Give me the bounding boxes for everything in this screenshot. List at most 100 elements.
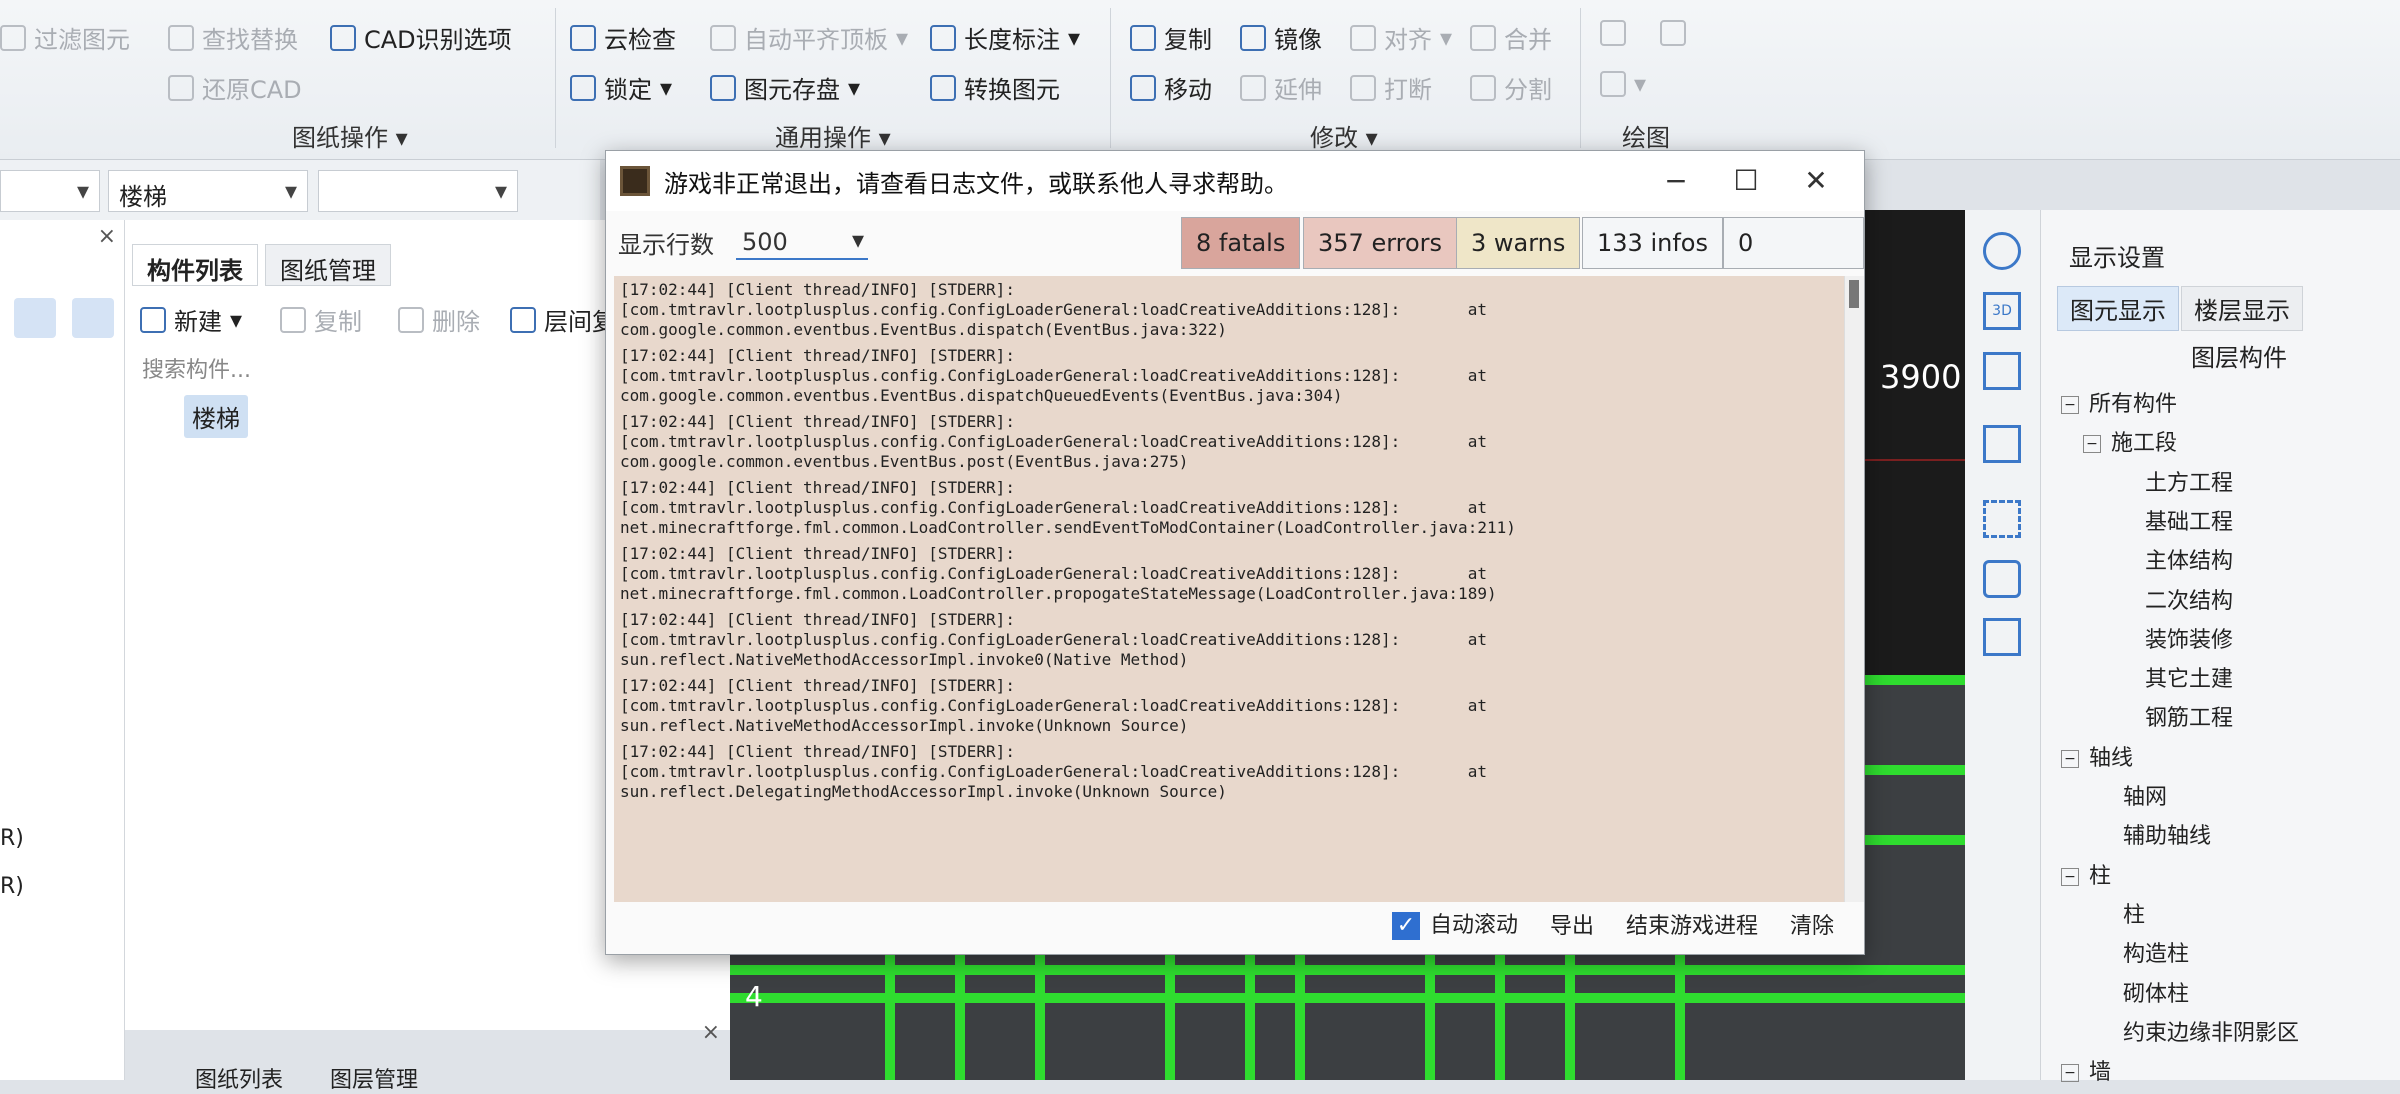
component-combo[interactable]: 楼梯 [108, 170, 308, 212]
tab-layer-management[interactable]: 图层管理 [330, 1062, 418, 1094]
list-item[interactable]: 楼梯 [184, 395, 248, 438]
ribbon-divider [555, 8, 556, 148]
convert-elem-button[interactable]: 转换图元 [930, 70, 1060, 105]
minecraft-block-icon [620, 166, 650, 196]
subtype-combo[interactable] [318, 170, 518, 212]
view-box-icon[interactable] [1983, 425, 2021, 463]
ribbon-divider [1110, 8, 1111, 148]
collapse-icon[interactable]: − [2061, 1064, 2079, 1083]
export-button[interactable]: 导出 [1550, 908, 1594, 940]
layer-settings-icon[interactable] [1983, 618, 2021, 656]
tree-item[interactable]: − 所有构件 [2061, 386, 2177, 418]
tree-item[interactable]: 钢筋工程 [2145, 700, 2233, 732]
delete-component-button[interactable]: 删除 [398, 302, 480, 337]
group-label-draw: 绘图 [1622, 124, 1670, 152]
dialog-title: 游戏非正常退出，请查看日志文件，或联系他人寻求帮助。 [664, 169, 1288, 198]
log-scrollbar[interactable] [1844, 276, 1864, 902]
draw-line-button[interactable] [1600, 20, 1626, 46]
tree-item[interactable]: 柱 [2123, 897, 2145, 929]
tree-item[interactable]: − 施工段 [2083, 425, 2177, 457]
tree-item[interactable]: 约束边缘非阴影区 [2123, 1015, 2299, 1047]
tree-item[interactable]: 土方工程 [2145, 465, 2233, 497]
filter-elements-button[interactable]: 过滤图元 [0, 20, 130, 55]
maximize-button[interactable]: ☐ [1726, 163, 1766, 199]
infos-filter[interactable]: 133 infos [1582, 217, 1723, 269]
tab-component-list[interactable]: 构件列表 [132, 244, 258, 286]
group-label-general-ops[interactable]: 通用操作 ▾ [775, 118, 891, 153]
errors-filter[interactable]: 357 errors [1303, 217, 1458, 269]
type-combo[interactable] [0, 170, 100, 212]
copy-component-button[interactable]: 复制 [280, 302, 362, 337]
tree-item[interactable]: 基础工程 [2145, 504, 2233, 536]
crash-log-dialog: 游戏非正常退出，请查看日志文件，或联系他人寻求帮助。 − ☐ ✕ 显示行数 50… [605, 150, 1865, 955]
fatals-filter[interactable]: 8 fatals [1181, 217, 1301, 269]
orbit-icon[interactable] [1983, 232, 2021, 270]
merge-button[interactable]: 合并 [1470, 20, 1552, 55]
draw-rect-button[interactable] [1660, 20, 1686, 46]
save-elem-button[interactable]: 图元存盘 ▾ [710, 70, 860, 105]
break-button[interactable]: 打断 [1350, 70, 1432, 105]
auto-align-button[interactable]: 自动平齐顶板 ▾ [710, 20, 908, 55]
tree-item[interactable]: − 轴线 [2061, 740, 2133, 772]
restore-cad-button[interactable]: 还原CAD [168, 70, 302, 105]
cad-options-button[interactable]: CAD识别选项 [330, 20, 512, 55]
extend-button[interactable]: 延伸 [1240, 70, 1322, 105]
tree-item[interactable]: 主体结构 [2145, 543, 2233, 575]
tree-item[interactable]: 二次结构 [2145, 583, 2233, 615]
collapse-icon[interactable]: − [2061, 396, 2079, 414]
collapse-icon[interactable]: − [2061, 867, 2079, 886]
minimize-button[interactable]: − [1656, 163, 1696, 199]
search-input[interactable]: 搜索构件... [142, 352, 251, 384]
debugs-filter[interactable]: 0 debugs [1723, 217, 1864, 307]
align-button[interactable]: 对齐 ▾ [1350, 20, 1452, 55]
log-line: [17:02:44] [Client thread/INFO] [STDERR]… [620, 676, 1015, 695]
kill-process-button[interactable]: 结束游戏进程 [1626, 908, 1758, 940]
lock-button[interactable]: 锁定 ▾ [570, 70, 672, 105]
close-button[interactable]: ✕ [1796, 163, 1836, 199]
close-icon[interactable]: × [702, 1020, 720, 1045]
detail-view-icon[interactable] [72, 298, 114, 338]
log-output[interactable]: [17:02:44] [Client thread/INFO] [STDERR]… [614, 276, 1846, 902]
group-label-drawing-ops[interactable]: 图纸操作 ▾ [292, 118, 408, 153]
collapse-icon[interactable]: − [2061, 749, 2079, 768]
tree-item[interactable]: 辅助轴线 [2123, 818, 2211, 850]
find-replace-button[interactable]: 查找替换 [168, 20, 298, 55]
tab-drawing-list[interactable]: 图纸列表 [195, 1062, 283, 1094]
list-view-icon[interactable] [14, 298, 56, 338]
auto-scroll-checkbox[interactable]: ✓ 自动滚动 [1391, 907, 1518, 940]
group-label-modify[interactable]: 修改 ▾ [1310, 118, 1378, 153]
tree-item[interactable]: 装饰装修 [2145, 622, 2233, 654]
fit-view-icon[interactable] [1983, 500, 2021, 538]
floor-copy-button[interactable]: 层间复 [510, 302, 616, 337]
tree-item[interactable]: − 墙 [2061, 1054, 2111, 1086]
scrollbar-thumb[interactable] [1849, 280, 1859, 308]
tree-item[interactable]: 构造柱 [2123, 936, 2189, 968]
tree-item[interactable]: − 柱 [2061, 858, 2111, 890]
tree-item-label: 轴线 [2089, 745, 2134, 771]
tree-item-label: 装饰装修 [2145, 627, 2234, 653]
tab-drawing-management[interactable]: 图纸管理 [265, 244, 391, 286]
close-icon[interactable]: × [98, 224, 116, 249]
view-3d-icon[interactable]: 3D [1983, 292, 2021, 330]
tab-element-display[interactable]: 图元显示 [2057, 286, 2179, 331]
cloud-check-button[interactable]: 云检查 [570, 20, 676, 55]
collapse-icon[interactable]: − [2083, 435, 2101, 454]
view-cube-icon[interactable] [1983, 352, 2021, 390]
object-view-icon[interactable] [1983, 560, 2021, 598]
length-mark-button[interactable]: 长度标注 ▾ [930, 20, 1080, 55]
copy-button[interactable]: 复制 [1130, 20, 1212, 55]
warns-filter[interactable]: 3 warns [1456, 217, 1581, 269]
log-line: [17:02:44] [Client thread/INFO] [STDERR]… [620, 742, 1015, 761]
tab-floor-display[interactable]: 楼层显示 [2181, 286, 2303, 331]
mirror-button[interactable]: 镜像 [1240, 20, 1322, 55]
log-line: [com.tmtravlr.lootplusplus.config.Config… [620, 762, 1487, 781]
tree-item[interactable]: 轴网 [2123, 779, 2167, 811]
new-component-button[interactable]: 新建 ▾ [140, 302, 242, 337]
move-button[interactable]: 移动 [1130, 70, 1212, 105]
draw-arc-button[interactable]: ▾ [1600, 70, 1646, 98]
tree-item[interactable]: 砌体柱 [2123, 976, 2189, 1008]
tree-item[interactable]: 其它土建 [2145, 661, 2233, 693]
clear-button[interactable]: 清除 [1790, 908, 1834, 940]
lines-select[interactable]: 500 [736, 226, 868, 260]
split-button[interactable]: 分割 [1470, 70, 1552, 105]
